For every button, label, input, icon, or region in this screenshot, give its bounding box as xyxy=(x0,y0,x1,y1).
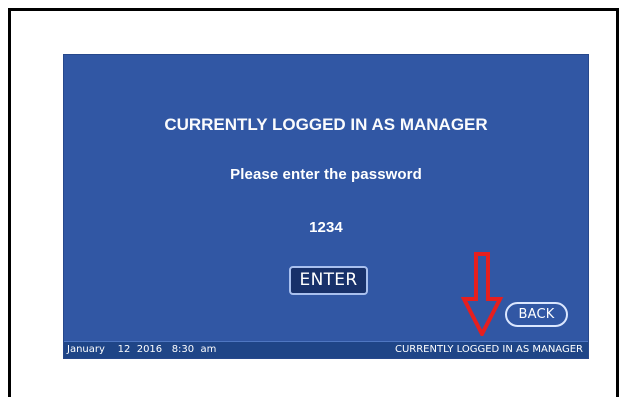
down-arrow-icon xyxy=(460,252,504,336)
password-prompt: Please enter the password xyxy=(230,166,422,183)
status-bar: January 12 2016 8:30 am CURRENTLY LOGGED… xyxy=(64,341,588,358)
back-button[interactable]: BACK xyxy=(505,302,568,327)
enter-button[interactable]: ENTER xyxy=(289,266,368,295)
password-value[interactable]: 1234 xyxy=(64,219,588,236)
date-time-text: January 12 2016 8:30 am xyxy=(67,344,217,355)
login-status-text: CURRENTLY LOGGED IN AS MANAGER xyxy=(394,344,583,355)
document-frame: CURRENTLY LOGGED IN AS MANAGER Please en… xyxy=(8,8,619,397)
current-user-heading: CURRENTLY LOGGED IN AS MANAGER xyxy=(164,115,488,134)
manager-login-screen: CURRENTLY LOGGED IN AS MANAGER Please en… xyxy=(63,54,589,359)
